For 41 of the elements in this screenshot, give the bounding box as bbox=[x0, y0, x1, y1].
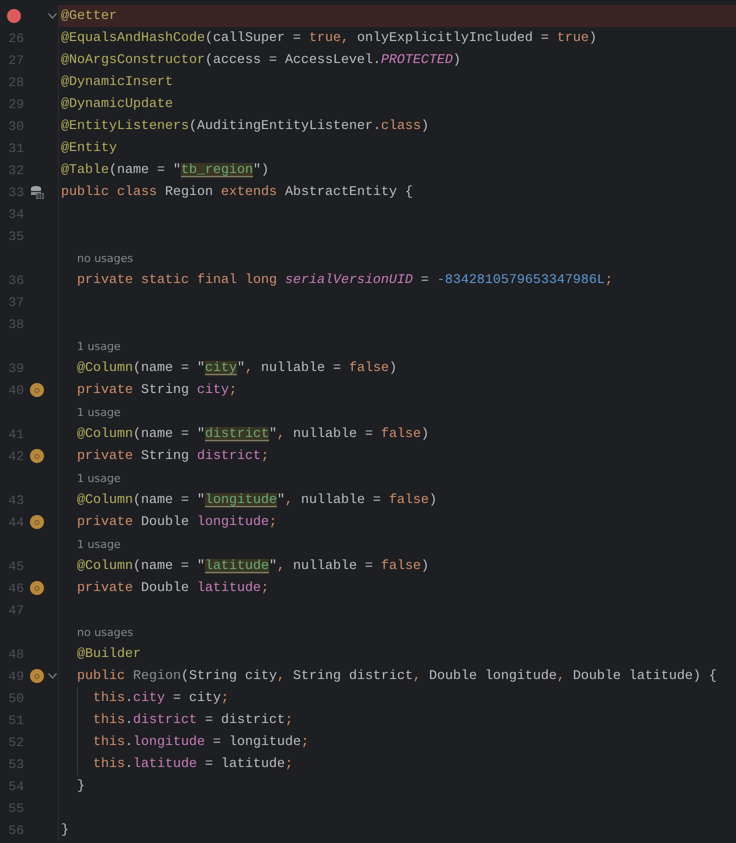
code-line: private Double longitude; bbox=[76, 514, 277, 530]
usage-hint[interactable]: 1 usage bbox=[77, 472, 121, 484]
code-line: } bbox=[61, 822, 69, 838]
code-line: @Entity bbox=[61, 140, 117, 156]
code-line: private String district; bbox=[76, 448, 269, 464]
breakpoint-icon[interactable] bbox=[7, 9, 21, 23]
fold-icon[interactable] bbox=[48, 673, 56, 679]
usage-hint[interactable]: 1 usage bbox=[77, 538, 121, 550]
code-line: @Column(name = "city", nullable = false) bbox=[76, 360, 397, 376]
code-line: @Table(name = "tb_region") bbox=[61, 162, 269, 178]
code-line: @DynamicInsert bbox=[61, 74, 173, 90]
code-line: @EqualsAndHashCode(callSuper = true, onlyExplicitlyIncluded = true) bbox=[61, 30, 597, 46]
code-line: this.longitude = longitude; bbox=[92, 734, 309, 750]
field-icon[interactable] bbox=[30, 449, 44, 463]
field-icon[interactable] bbox=[30, 669, 44, 683]
fold-icon[interactable] bbox=[48, 13, 56, 19]
code-line: private static final long serialVersionUID = -8342810579653347986L; bbox=[76, 272, 613, 288]
code-line: @Getter bbox=[61, 8, 117, 24]
usage-hint[interactable]: 1 usage bbox=[77, 406, 121, 418]
code-line: public Region(String city, String district, Double longitude, Double latitude) { bbox=[76, 668, 717, 684]
code-line: @EntityListeners(AuditingEntityListener.class) bbox=[61, 118, 429, 134]
code-line: @Column(name = "district", nullable = false) bbox=[76, 426, 429, 442]
usage-hint[interactable]: no usages bbox=[77, 252, 134, 264]
field-icon[interactable] bbox=[30, 581, 44, 595]
code-line: this.city = city; bbox=[92, 690, 229, 706]
code-line: private Double latitude; bbox=[76, 580, 269, 596]
field-icon[interactable] bbox=[30, 515, 44, 529]
usage-hint[interactable]: no usages bbox=[77, 626, 134, 638]
code-line: @Builder bbox=[76, 646, 141, 662]
database-icon[interactable] bbox=[30, 185, 44, 199]
code-line: @Column(name = "longitude", nullable = false) bbox=[76, 492, 437, 508]
code-line: private String city; bbox=[76, 382, 237, 398]
code-line: @NoArgsConstructor(access = AccessLevel.PROTECTED) bbox=[61, 52, 461, 68]
field-icon[interactable] bbox=[30, 383, 44, 397]
usage-hint[interactable]: 1 usage bbox=[77, 340, 121, 352]
code-line: @Column(name = "latitude", nullable = false) bbox=[76, 558, 429, 574]
code-line: @DynamicUpdate bbox=[61, 96, 173, 112]
code-line: } bbox=[76, 778, 85, 794]
code-line: public class Region extends AbstractEntity { bbox=[61, 184, 413, 200]
code-line: this.latitude = latitude; bbox=[92, 756, 293, 772]
code-line: this.district = district; bbox=[92, 712, 293, 728]
